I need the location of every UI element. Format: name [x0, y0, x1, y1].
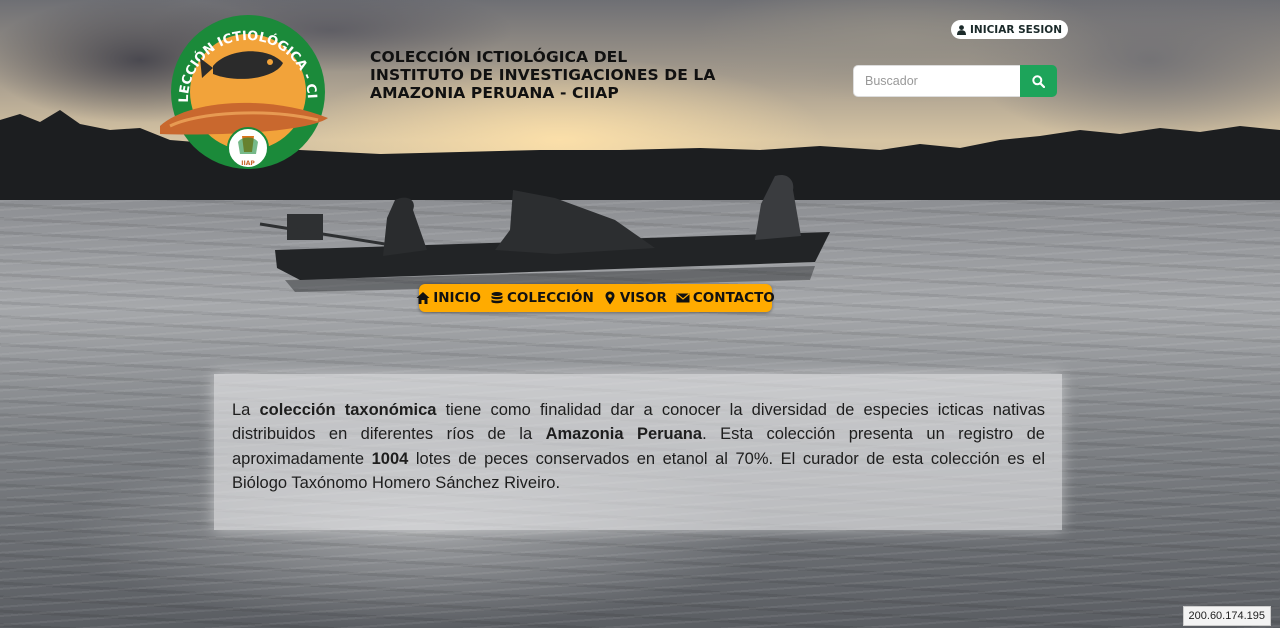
site-title-line-2: INSTITUTO DE INVESTIGACIONES DE LA — [370, 66, 716, 84]
map-marker-icon — [605, 291, 615, 305]
login-label: INICIAR SESION — [970, 23, 1062, 36]
nav-label-contacto: CONTACTO — [692, 290, 775, 306]
nav-item-inicio[interactable]: INICIO — [416, 290, 481, 306]
nav-item-contacto[interactable]: CONTACTO — [676, 290, 775, 306]
description-text: La colección taxonómica tiene como final… — [232, 398, 1045, 495]
site-title-line-3: AMAZONIA PERUANA - CIIAP — [370, 84, 619, 102]
user-icon — [957, 24, 966, 35]
description-bold-part: colección taxonómica — [259, 401, 437, 419]
nav-label-visor: VISOR — [619, 290, 667, 306]
description-bold-part: 1004 — [371, 449, 409, 468]
description-bold-part: Amazonia Peruana — [545, 425, 703, 444]
nav-label-coleccion: COLECCIÓN — [506, 290, 594, 306]
search-button[interactable] — [1020, 65, 1057, 97]
home-icon — [416, 292, 430, 304]
boat-silhouette — [259, 174, 830, 292]
logo-badge-text: IIAP — [241, 160, 255, 167]
ciiap-logo: COLECCIÓN ICTIOLÓGICA - CIIAP IIAP — [158, 8, 328, 169]
login-button[interactable]: INICIAR SESION — [951, 20, 1068, 39]
search-input[interactable] — [853, 65, 1020, 97]
search-icon — [1032, 74, 1045, 88]
description-part: La — [232, 401, 260, 419]
envelope-icon — [676, 293, 690, 303]
description-card: La colección taxonómica tiene como final… — [214, 374, 1062, 530]
main-nav: INICIO COLECCIÓN VISOR CONTACTO — [416, 284, 775, 312]
nav-item-coleccion[interactable]: COLECCIÓN — [490, 290, 594, 306]
ip-address: 200.60.174.195 — [1182, 606, 1271, 626]
site-title: COLECCIÓN ICTIOLÓGICA DEL INSTITUTO DE I… — [370, 48, 730, 102]
nav-item-visor[interactable]: VISOR — [603, 290, 667, 306]
site-title-line-1: COLECCIÓN ICTIOLÓGICA DEL — [370, 48, 628, 66]
database-icon — [491, 292, 503, 304]
search-bar — [853, 65, 1057, 97]
nav-label-inicio: INICIO — [433, 290, 481, 306]
